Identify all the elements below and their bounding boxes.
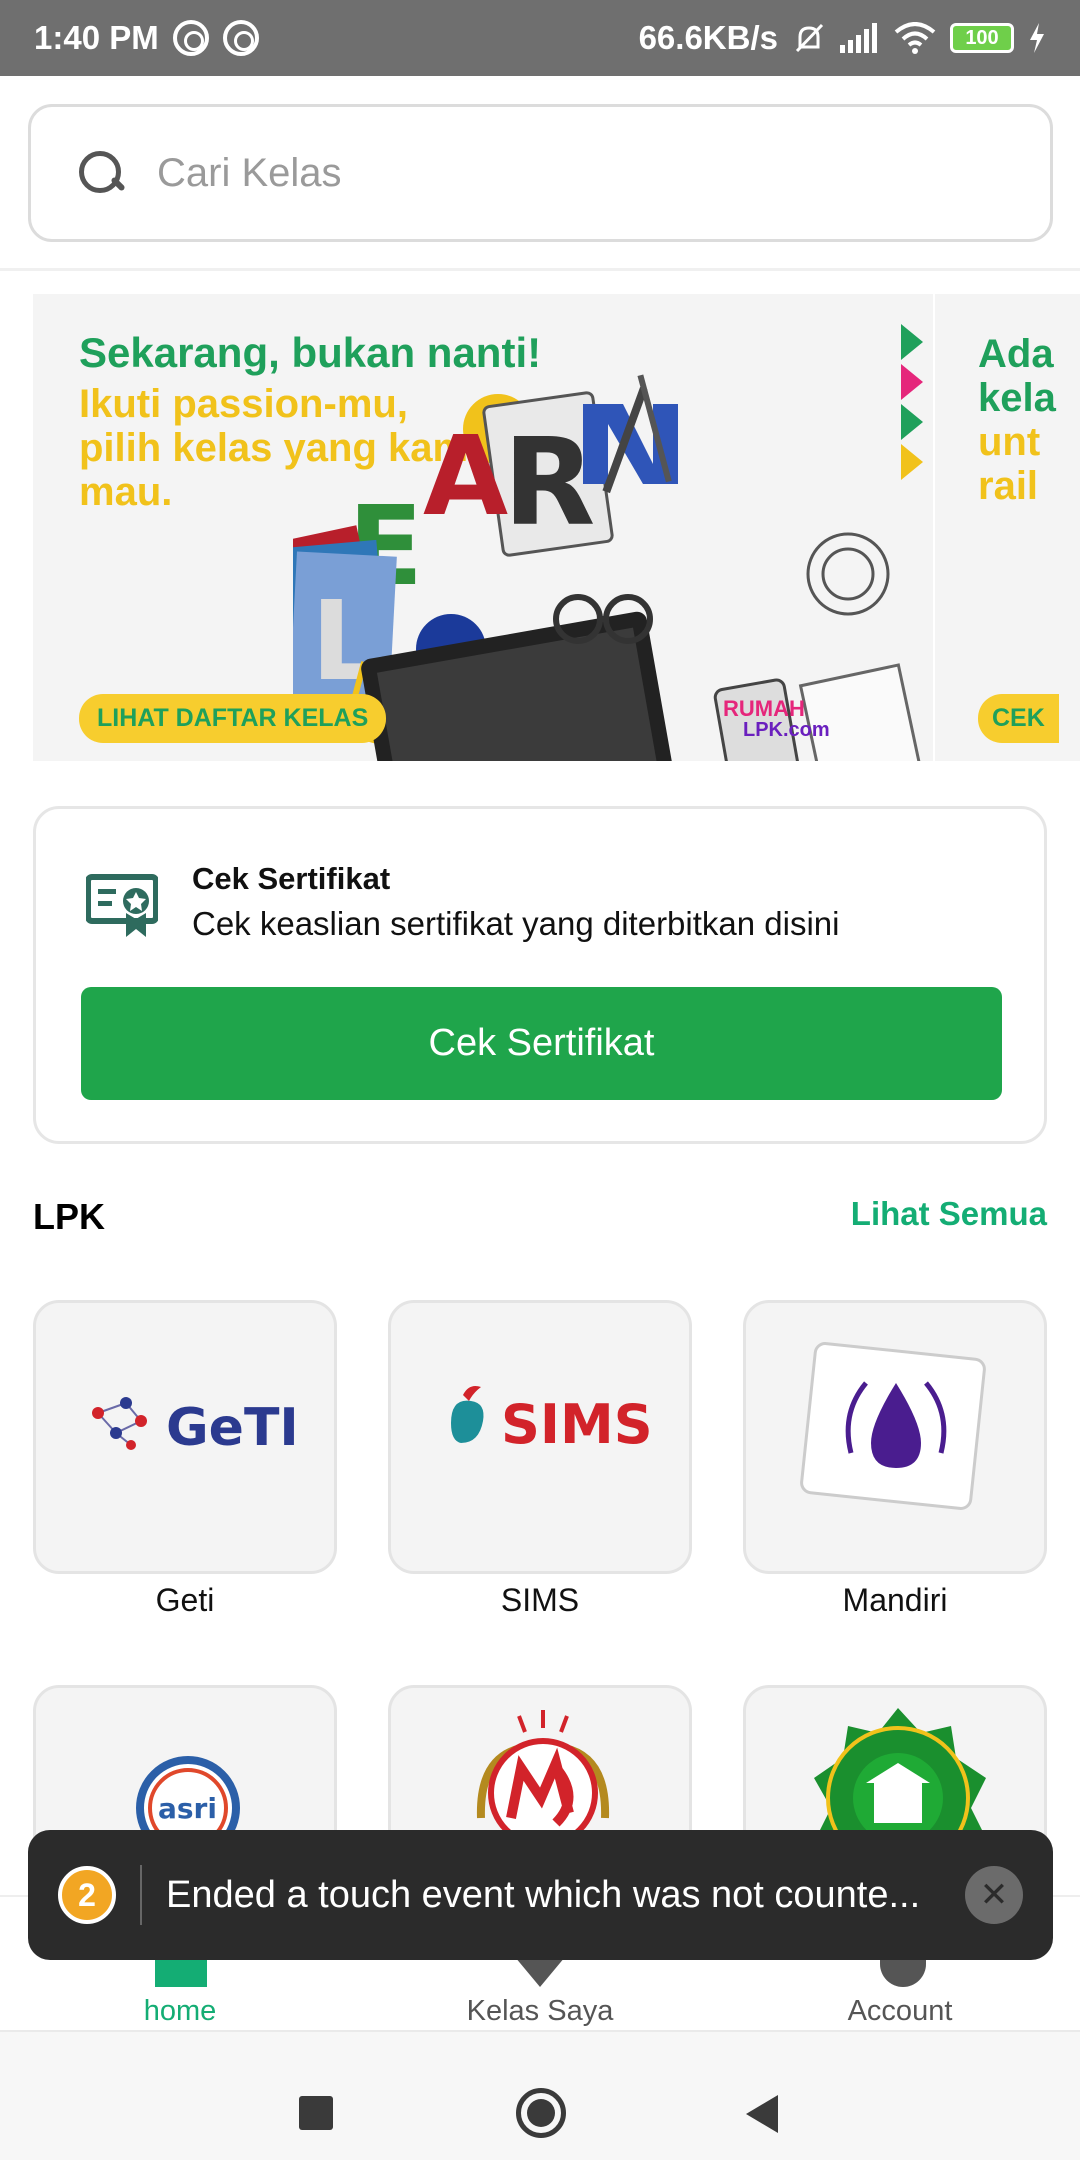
learn-illustration: R A E L	[293, 324, 923, 761]
certificate-title: Cek Sertifikat	[192, 861, 391, 896]
next-line-4: rail	[978, 464, 1039, 508]
search-icon	[79, 151, 123, 195]
certificate-description: Cek keaslian sertifikat yang diterbitkan…	[192, 905, 840, 942]
sims-logo: SIMS	[451, 1386, 653, 1456]
wifi-icon	[894, 22, 936, 54]
account-icon	[880, 1957, 926, 1987]
battery-indicator: 100	[950, 23, 1014, 53]
lpk-tile-sims[interactable]: SIMS	[388, 1300, 692, 1574]
toast-message: Ended a touch event which was not counte…	[166, 1873, 921, 1916]
certificate-card: Cek Sertifikat Cek keaslian sertifikat y…	[33, 806, 1047, 1144]
clock: 1:40 PM	[34, 19, 159, 56]
charging-icon	[1030, 23, 1044, 53]
nav-kelas-saya-label: Kelas Saya	[466, 1995, 614, 2027]
banner-next-text: Ada kela unt rail	[978, 332, 1056, 508]
search-bar[interactable]	[28, 104, 1053, 242]
lpk-label-geti: Geti	[155, 1582, 215, 1618]
notification-icon	[172, 20, 209, 56]
back-button[interactable]	[746, 2095, 778, 2133]
recents-button[interactable]	[299, 2096, 333, 2130]
notification-icon-2	[222, 20, 259, 56]
see-all-link[interactable]: Lihat Semua	[851, 1195, 1047, 1233]
mute-icon	[795, 23, 824, 53]
home-button[interactable]	[516, 2088, 566, 2138]
sims-logo-text: SIMS	[501, 1393, 653, 1456]
network-speed: 66.6KB/s	[638, 19, 778, 56]
certificate-icon	[86, 874, 158, 937]
lpk-section-title: LPK	[33, 1196, 105, 1237]
lpk-label-mandiri: Mandiri	[842, 1582, 948, 1618]
lpk-tile-mandiri[interactable]	[743, 1300, 1047, 1574]
system-navigation-bar	[0, 2030, 1080, 2160]
next-line-3: unt	[978, 420, 1041, 464]
error-toast: 2 Ended a touch event which was not coun…	[28, 1830, 1053, 1960]
nav-account-label: Account	[847, 1995, 953, 2027]
next-line-2: kela	[978, 376, 1056, 420]
class-icon	[515, 1957, 565, 1987]
geti-logo: GeTI	[92, 1397, 299, 1458]
close-icon[interactable]: ✕	[965, 1866, 1023, 1924]
art-letter-r: R	[503, 414, 595, 553]
lpk-label-sims: SIMS	[500, 1582, 580, 1618]
home-icon	[155, 1957, 207, 1987]
check-certificate-button[interactable]: Cek Sertifikat	[81, 987, 1002, 1100]
nav-home-label: home	[143, 1995, 217, 2027]
divider	[0, 268, 1080, 271]
banner-brand-logo-sub: LPK.com	[743, 719, 830, 741]
lpk-tile-geti[interactable]: GeTI	[33, 1300, 337, 1574]
toast-count-badge: 2	[58, 1866, 116, 1924]
signal-icon	[840, 23, 877, 53]
status-bar: 1:40 PM 66.6KB/s 100	[0, 0, 1080, 76]
search-input[interactable]	[157, 150, 957, 196]
banner-next-cta[interactable]: CEK	[978, 694, 1059, 743]
promo-banner[interactable]: Sekarang, bukan nanti! Ikuti passion-mu,…	[33, 294, 933, 761]
next-line-1: Ada	[978, 332, 1054, 376]
svg-text:A: A	[423, 412, 508, 540]
geti-logo-text: GeTI	[166, 1398, 299, 1458]
asri-logo-text: asri	[158, 1792, 217, 1825]
mandiri-logo	[800, 1342, 986, 1510]
promo-banner-next[interactable]: Ada kela unt rail CEK	[935, 294, 1080, 761]
toast-separator	[140, 1865, 142, 1925]
banner-cta-button[interactable]: LIHAT DAFTAR KELAS	[79, 694, 387, 743]
